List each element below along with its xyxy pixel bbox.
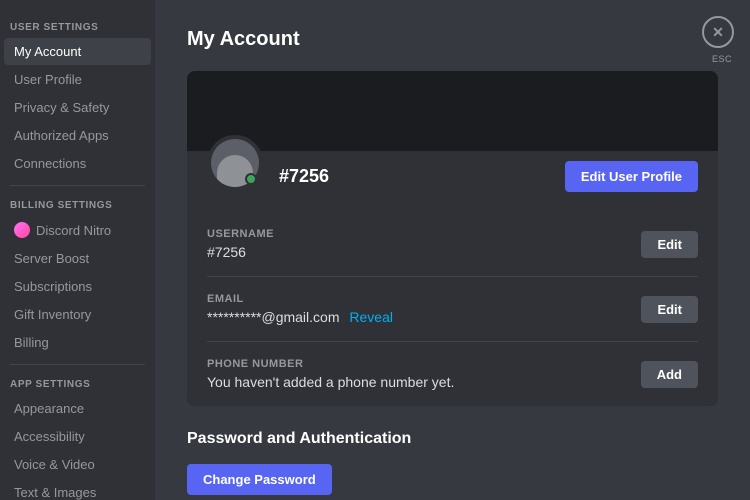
email-value: **********@gmail.com Reveal <box>207 309 393 325</box>
email-edit-button[interactable]: Edit <box>641 296 698 323</box>
username-label: USERNAME <box>207 228 274 240</box>
authorized-apps-label: Authorized Apps <box>14 128 109 143</box>
info-section: USERNAME #7256 Edit EMAIL **********@gma… <box>187 212 718 406</box>
sidebar-item-accessibility[interactable]: Accessibility <box>4 423 151 450</box>
edit-profile-button[interactable]: Edit User Profile <box>565 161 698 192</box>
email-label: EMAIL <box>207 293 393 305</box>
profile-banner <box>187 71 718 151</box>
user-profile-label: User Profile <box>14 72 82 87</box>
appearance-label: Appearance <box>14 401 84 416</box>
phone-label: PHONE NUMBER <box>207 358 454 370</box>
esc-label: ESC <box>712 54 732 64</box>
sidebar-divider-1 <box>10 185 145 186</box>
phone-field: PHONE NUMBER You haven't added a phone n… <box>207 358 454 390</box>
sidebar-item-gift-inventory[interactable]: Gift Inventory <box>4 301 151 328</box>
profile-card: #7256 Edit User Profile USERNAME #7256 E… <box>187 71 718 406</box>
sidebar-item-text-images[interactable]: Text & Images <box>4 479 151 500</box>
sidebar-divider-2 <box>10 364 145 365</box>
my-account-label: My Account <box>14 44 81 59</box>
status-dot <box>245 173 257 185</box>
sidebar-item-user-profile[interactable]: User Profile <box>4 66 151 93</box>
password-section: Password and Authentication Change Passw… <box>187 430 718 495</box>
sidebar-item-discord-nitro[interactable]: Discord Nitro <box>4 216 151 244</box>
page-title: My Account <box>187 28 718 51</box>
billing-settings-label: BILLING SETTINGS <box>0 194 155 215</box>
sidebar-item-connections[interactable]: Connections <box>4 150 151 177</box>
sidebar-item-voice-video[interactable]: Voice & Video <box>4 451 151 478</box>
sidebar-item-authorized-apps[interactable]: Authorized Apps <box>4 122 151 149</box>
sidebar-item-privacy-safety[interactable]: Privacy & Safety <box>4 94 151 121</box>
profile-username: #7256 <box>279 166 549 187</box>
username-row: USERNAME #7256 Edit <box>207 212 698 277</box>
subscriptions-label: Subscriptions <box>14 279 92 294</box>
email-field: EMAIL **********@gmail.com Reveal <box>207 293 393 325</box>
accessibility-label: Accessibility <box>14 429 85 444</box>
sidebar: USER SETTINGS My Account User Profile Pr… <box>0 0 155 500</box>
sidebar-item-server-boost[interactable]: Server Boost <box>4 245 151 272</box>
username-edit-button[interactable]: Edit <box>641 231 698 258</box>
app-settings-label: APP SETTINGS <box>0 373 155 394</box>
username-field: USERNAME #7256 <box>207 228 274 260</box>
user-settings-label: USER SETTINGS <box>0 16 155 37</box>
sidebar-item-subscriptions[interactable]: Subscriptions <box>4 273 151 300</box>
password-section-title: Password and Authentication <box>187 430 718 448</box>
sidebar-item-my-account[interactable]: My Account <box>4 38 151 65</box>
reveal-link[interactable]: Reveal <box>349 309 393 325</box>
username-value: #7256 <box>207 244 274 260</box>
text-images-label: Text & Images <box>14 485 96 500</box>
gift-inventory-label: Gift Inventory <box>14 307 91 322</box>
phone-value: You haven't added a phone number yet. <box>207 374 454 390</box>
close-button[interactable]: ✕ <box>702 16 734 48</box>
sidebar-item-appearance[interactable]: Appearance <box>4 395 151 422</box>
change-password-button[interactable]: Change Password <box>187 464 332 495</box>
nitro-icon <box>14 222 30 238</box>
profile-info: #7256 Edit User Profile <box>187 151 718 212</box>
phone-add-button[interactable]: Add <box>641 361 698 388</box>
privacy-safety-label: Privacy & Safety <box>14 100 109 115</box>
billing-label: Billing <box>14 335 49 350</box>
email-row: EMAIL **********@gmail.com Reveal Edit <box>207 277 698 342</box>
server-boost-label: Server Boost <box>14 251 89 266</box>
connections-label: Connections <box>14 156 86 171</box>
main-content: My Account #7256 Edit User Profile USERN… <box>155 0 750 500</box>
avatar <box>207 135 263 191</box>
voice-video-label: Voice & Video <box>14 457 95 472</box>
discord-nitro-label: Discord Nitro <box>36 223 111 238</box>
phone-row: PHONE NUMBER You haven't added a phone n… <box>207 342 698 406</box>
sidebar-item-billing[interactable]: Billing <box>4 329 151 356</box>
